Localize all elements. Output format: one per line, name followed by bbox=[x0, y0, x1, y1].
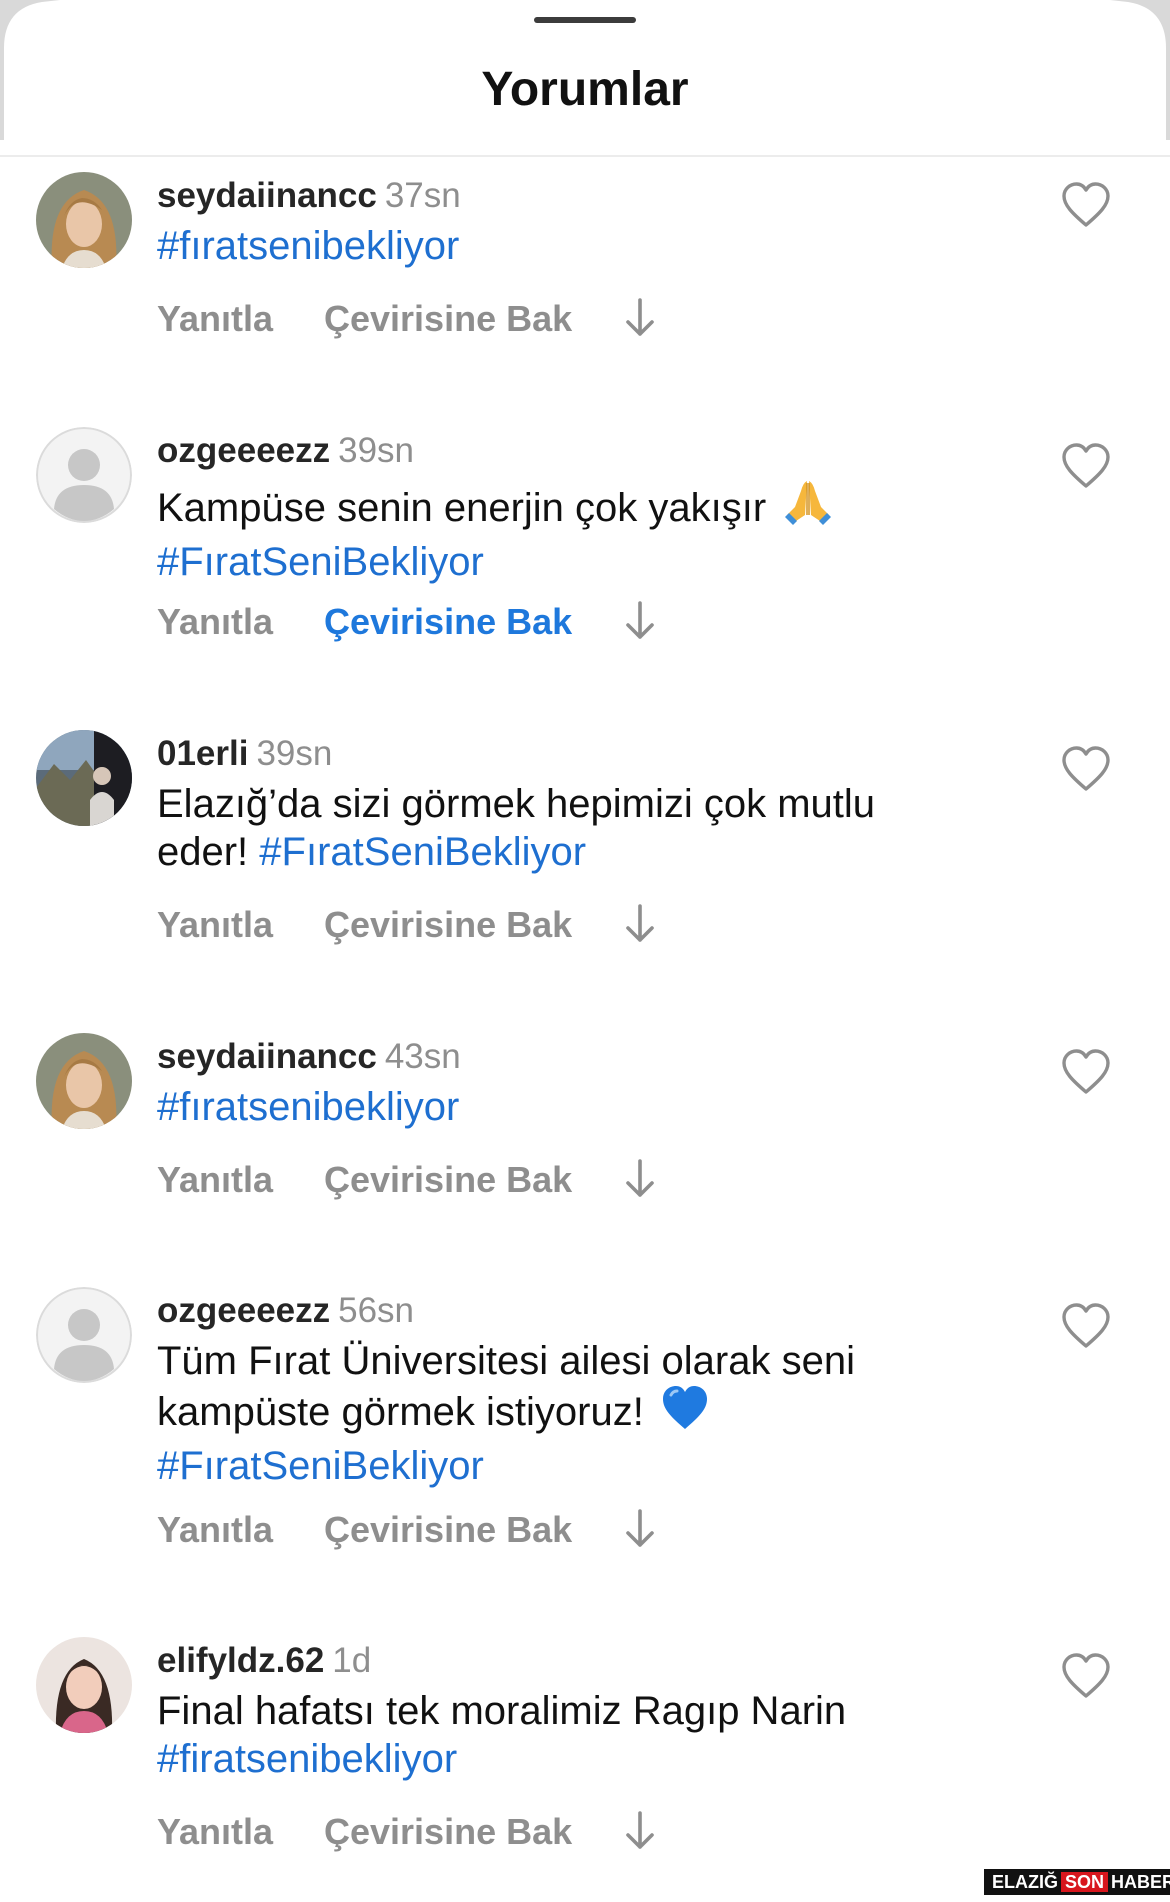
hashtag-link[interactable]: #FıratSeniBekliyor bbox=[157, 540, 484, 584]
comment-meta: seydaiinancc 37sn bbox=[157, 176, 461, 216]
arrow-down-icon[interactable] bbox=[623, 1157, 657, 1210]
watermark-part-2: SON bbox=[1061, 1872, 1109, 1892]
hashtag-link[interactable]: #fıratsenibekliyor bbox=[157, 224, 459, 268]
page-title: Yorumlar bbox=[481, 63, 689, 116]
heart-icon[interactable] bbox=[1061, 182, 1111, 228]
hashtag-link[interactable]: #firatsenibekliyor bbox=[157, 1737, 457, 1781]
username[interactable]: ozgeeeezz bbox=[157, 1291, 330, 1330]
comment-text: Tüm Fırat Üniversitesi ailesi olarak sen… bbox=[157, 1339, 855, 1434]
comment-body: Final hafatsı tek moralimiz Ragıp Narin … bbox=[157, 1687, 957, 1783]
comment-body: #fıratsenibekliyor bbox=[157, 222, 957, 270]
see-translation-button[interactable]: Çevirisine Bak bbox=[324, 1811, 572, 1853]
avatar[interactable] bbox=[36, 1637, 132, 1733]
comment-meta: 01erli 39sn bbox=[157, 734, 332, 774]
see-translation-button[interactable]: Çevirisine Bak bbox=[324, 1509, 572, 1551]
avatar[interactable] bbox=[36, 427, 132, 523]
avatar[interactable] bbox=[36, 1287, 132, 1383]
comment-meta: seydaiinancc 43sn bbox=[157, 1037, 461, 1077]
avatar[interactable] bbox=[36, 730, 132, 826]
reply-button[interactable]: Yanıtla bbox=[157, 1159, 273, 1201]
comment-body: Tüm Fırat Üniversitesi ailesi olarak sen… bbox=[157, 1337, 957, 1490]
reply-button[interactable]: Yanıtla bbox=[157, 904, 273, 946]
hashtag-link[interactable]: #FıratSeniBekliyor bbox=[157, 1444, 484, 1488]
username[interactable]: seydaiinancc bbox=[157, 176, 377, 215]
arrow-down-icon[interactable] bbox=[623, 1507, 657, 1560]
comment-meta: elifyldz.62 1d bbox=[157, 1641, 371, 1681]
reply-button[interactable]: Yanıtla bbox=[157, 298, 273, 340]
username[interactable]: seydaiinancc bbox=[157, 1037, 377, 1076]
comment-time: 56sn bbox=[338, 1291, 415, 1330]
comment-meta: ozgeeeezz 56sn bbox=[157, 1291, 414, 1331]
comment-meta: ozgeeeezz 39sn bbox=[157, 431, 414, 471]
reply-button[interactable]: Yanıtla bbox=[157, 1811, 273, 1853]
heart-icon[interactable] bbox=[1061, 1049, 1111, 1095]
comment-time: 1d bbox=[332, 1641, 372, 1680]
sheet-grabber-handle[interactable] bbox=[534, 17, 636, 23]
comment-time: 39sn bbox=[338, 431, 415, 470]
reply-button[interactable]: Yanıtla bbox=[157, 601, 273, 643]
watermark-part-1: ELAZIĞ bbox=[992, 1872, 1058, 1892]
watermark-logo: ELAZIĞ SON HABER bbox=[984, 1869, 1170, 1895]
see-translation-button[interactable]: Çevirisine Bak bbox=[324, 1159, 572, 1201]
avatar[interactable] bbox=[36, 172, 132, 268]
arrow-down-icon[interactable] bbox=[623, 902, 657, 955]
comment-body: Kampüse senin enerjin çok yakışır #Fırat… bbox=[157, 477, 957, 586]
see-translation-button[interactable]: Çevirisine Bak bbox=[324, 298, 572, 340]
comment-time: 39sn bbox=[256, 734, 333, 773]
comment-text: Kampüse senin enerjin çok yakışır bbox=[157, 486, 767, 530]
heart-icon[interactable] bbox=[1061, 746, 1111, 792]
comment-time: 37sn bbox=[384, 176, 461, 215]
arrow-down-icon[interactable] bbox=[623, 599, 657, 652]
comments-sheet: Yorumlar seydaiinancc 37sn #fıratsenibekli… bbox=[0, 0, 1170, 1902]
reply-button[interactable]: Yanıtla bbox=[157, 1509, 273, 1551]
header-divider bbox=[0, 155, 1170, 157]
avatar[interactable] bbox=[36, 1033, 132, 1129]
comment-text: Final hafatsı tek moralimiz Ragıp Narin bbox=[157, 1689, 847, 1733]
hashtag-link[interactable]: #fıratsenibekliyor bbox=[157, 1085, 459, 1129]
praying-hands-emoji bbox=[783, 477, 833, 538]
arrow-down-icon[interactable] bbox=[623, 296, 657, 349]
heart-icon[interactable] bbox=[1061, 1303, 1111, 1349]
see-translation-button[interactable]: Çevirisine Bak bbox=[324, 601, 572, 643]
hashtag-link[interactable]: #FıratSeniBekliyor bbox=[259, 830, 586, 874]
watermark-part-3: HABER bbox=[1111, 1872, 1170, 1892]
username[interactable]: elifyldz.62 bbox=[157, 1641, 324, 1680]
heart-icon[interactable] bbox=[1061, 443, 1111, 489]
comment-body: #fıratsenibekliyor bbox=[157, 1083, 957, 1131]
comment-time: 43sn bbox=[384, 1037, 461, 1076]
comment-body: Elazığ’da sizi görmek hepimizi çok mutlu… bbox=[157, 780, 957, 876]
username[interactable]: ozgeeeezz bbox=[157, 431, 330, 470]
heart-icon[interactable] bbox=[1061, 1653, 1111, 1699]
see-translation-button[interactable]: Çevirisine Bak bbox=[324, 904, 572, 946]
blue-heart-emoji bbox=[661, 1385, 709, 1442]
username[interactable]: 01erli bbox=[157, 734, 248, 773]
arrow-down-icon[interactable] bbox=[623, 1809, 657, 1862]
